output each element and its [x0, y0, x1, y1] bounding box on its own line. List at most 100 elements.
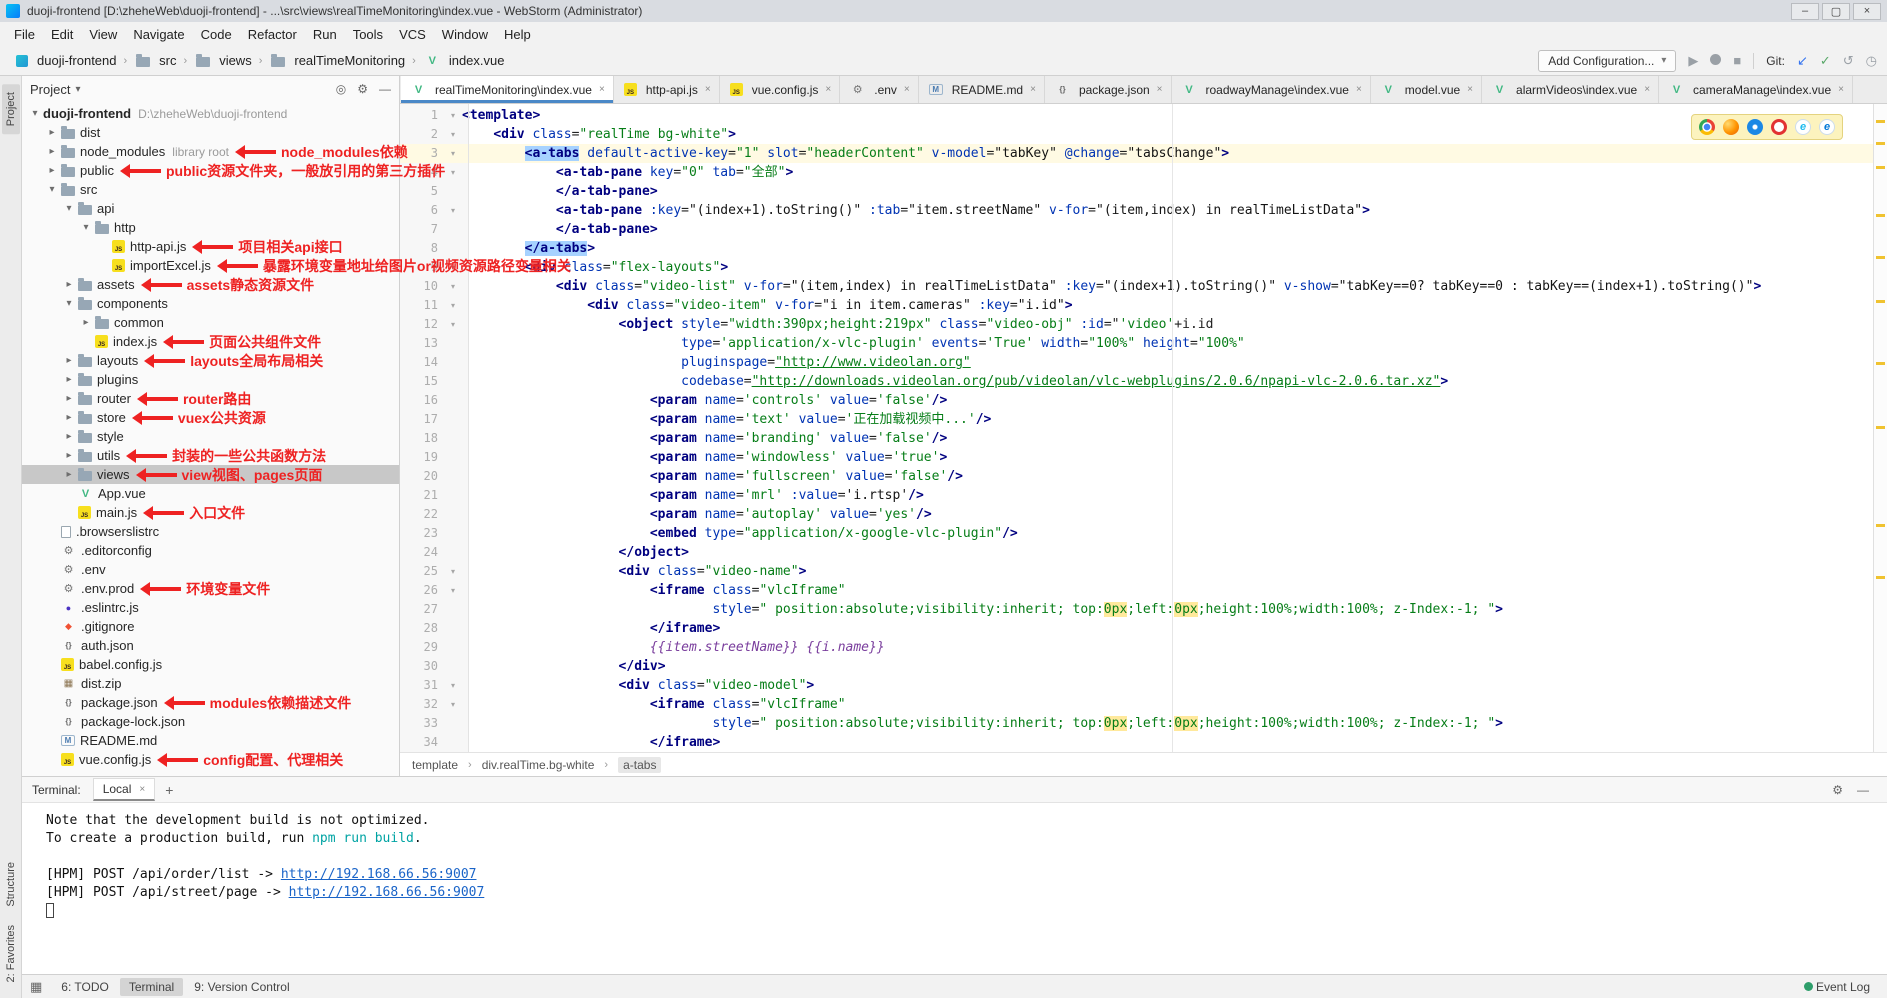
line-number[interactable]: 7: [400, 220, 444, 239]
code-line-15[interactable]: 15 codebase="http://downloads.videolan.o…: [400, 372, 1873, 391]
code-line-29[interactable]: 29 {{item.streetName}} {{i.name}}: [400, 638, 1873, 657]
tab-close-icon[interactable]: ×: [139, 784, 145, 795]
stripe-mark[interactable]: [1876, 256, 1885, 259]
menu-item-help[interactable]: Help: [496, 24, 539, 45]
fold-icon[interactable]: ▾: [444, 695, 462, 714]
tree-item-style[interactable]: ▸style: [22, 427, 399, 446]
code-line-12[interactable]: 12▾ <object style="width:390px;height:21…: [400, 315, 1873, 334]
tree-item-common[interactable]: ▸common: [22, 313, 399, 332]
tree-item-importExcel.js[interactable]: JSimportExcel.js暴露环境变量地址给图片or视频资源路径变量相关: [22, 256, 399, 275]
terminal-output[interactable]: Note that the development build is not o…: [22, 803, 1887, 974]
tab-close-icon[interactable]: ×: [1838, 84, 1844, 95]
chevron-down-icon[interactable]: ▾: [75, 84, 80, 95]
menu-item-file[interactable]: File: [6, 24, 43, 45]
tree-item-README.md[interactable]: MREADME.md: [22, 731, 399, 750]
line-number[interactable]: 29: [400, 638, 444, 657]
tree-item-http-api.js[interactable]: JShttp-api.js项目相关api接口: [22, 237, 399, 256]
tree-item-main.js[interactable]: JSmain.js入口文件: [22, 503, 399, 522]
statusbar-terminal[interactable]: Terminal: [120, 978, 183, 996]
chevron-down-icon[interactable]: ▾: [45, 184, 59, 195]
stripe-mark[interactable]: [1876, 300, 1885, 303]
code-line-20[interactable]: 20 <param name='fullscreen' value='false…: [400, 467, 1873, 486]
tree-item-index.js[interactable]: JSindex.js页面公共组件文件: [22, 332, 399, 351]
tab-close-icon[interactable]: ×: [1030, 84, 1036, 95]
tab-close-icon[interactable]: ×: [1157, 84, 1163, 95]
tree-item-.env[interactable]: ⚙.env: [22, 560, 399, 579]
tool-button-2-favorites[interactable]: 2: Favorites: [2, 917, 20, 990]
tab-roadwayManage\index.vue[interactable]: VroadwayManage\index.vue×: [1172, 76, 1371, 103]
project-panel-title[interactable]: Project: [30, 82, 70, 97]
git-commit-icon[interactable]: ✓: [1820, 53, 1831, 69]
new-terminal-button[interactable]: +: [165, 782, 173, 798]
tree-item-.browserslistrc[interactable]: .browserslistrc: [22, 522, 399, 541]
code-line-2[interactable]: 2▾ <div class="realTime bg-white">: [400, 125, 1873, 144]
code-line-34[interactable]: 34 </iframe>: [400, 733, 1873, 752]
line-number[interactable]: 14: [400, 353, 444, 372]
maximize-button[interactable]: ▢: [1822, 3, 1850, 20]
git-revert-icon[interactable]: ↺: [1843, 53, 1854, 69]
tree-item-store[interactable]: ▸storevuex公共资源: [22, 408, 399, 427]
code-line-33[interactable]: 33 style=" position:absolute;visibility:…: [400, 714, 1873, 733]
tab-model.vue[interactable]: Vmodel.vue×: [1371, 76, 1482, 103]
code-line-7[interactable]: 7 </a-tab-pane>: [400, 220, 1873, 239]
tree-item-.env.prod[interactable]: ⚙.env.prod环境变量文件: [22, 579, 399, 598]
line-number[interactable]: 27: [400, 600, 444, 619]
code-line-28[interactable]: 28 </iframe>: [400, 619, 1873, 638]
line-number[interactable]: 31: [400, 676, 444, 695]
statusbar-event-log[interactable]: Event Log: [1795, 978, 1879, 996]
tab-close-icon[interactable]: ×: [904, 84, 910, 95]
tree-item-package.json[interactable]: {}package.jsonmodules依赖描述文件: [22, 693, 399, 712]
breadcrumb-item-views[interactable]: views: [190, 51, 256, 70]
edge-icon[interactable]: e: [1819, 119, 1835, 135]
code-line-4[interactable]: 4▾ <a-tab-pane key="0" tab="全部">: [400, 163, 1873, 182]
tree-item-package-lock.json[interactable]: {}package-lock.json: [22, 712, 399, 731]
line-number[interactable]: 24: [400, 543, 444, 562]
git-update-icon[interactable]: ↙: [1797, 53, 1808, 69]
code-line-19[interactable]: 19 <param name='windowless' value='true'…: [400, 448, 1873, 467]
locate-file-icon[interactable]: ◎: [336, 82, 346, 96]
line-number[interactable]: 13: [400, 334, 444, 353]
line-number[interactable]: 18: [400, 429, 444, 448]
add-configuration-button[interactable]: Add Configuration... ▾: [1538, 50, 1676, 72]
terminal-gear-icon[interactable]: ⚙: [1832, 783, 1843, 797]
tree-item-node_modules[interactable]: ▸node_moduleslibrary rootnode_modules依赖: [22, 142, 399, 161]
code-line-17[interactable]: 17 <param name='text' value='正在加载视频中...'…: [400, 410, 1873, 429]
tab-close-icon[interactable]: ×: [1467, 84, 1473, 95]
line-number[interactable]: 1: [400, 106, 444, 125]
code-line-25[interactable]: 25▾ <div class="video-name">: [400, 562, 1873, 581]
chevron-down-icon[interactable]: ▾: [79, 222, 93, 233]
tree-item-dist[interactable]: ▸dist: [22, 123, 399, 142]
statusbar-6-todo[interactable]: 6: TODO: [52, 978, 118, 996]
code-line-26[interactable]: 26▾ <iframe class="vlcIframe": [400, 581, 1873, 600]
chevron-right-icon[interactable]: ▸: [79, 317, 93, 328]
line-number[interactable]: 33: [400, 714, 444, 733]
terminal-link[interactable]: http://192.168.66.56:9007: [289, 885, 485, 900]
code-line-1[interactable]: 1▾<template>: [400, 106, 1873, 125]
ie-icon[interactable]: e: [1795, 119, 1811, 135]
firefox-icon[interactable]: [1723, 119, 1739, 135]
line-number[interactable]: 25: [400, 562, 444, 581]
line-number[interactable]: 17: [400, 410, 444, 429]
chevron-down-icon[interactable]: ▾: [62, 298, 76, 309]
line-number[interactable]: 34: [400, 733, 444, 752]
tree-item-views[interactable]: ▸viewsview视图、pages页面: [22, 465, 399, 484]
chrome-icon[interactable]: [1699, 119, 1715, 135]
menu-item-navigate[interactable]: Navigate: [125, 24, 192, 45]
tree-item-public[interactable]: ▸publicpublic资源文件夹，一般放引用的第三方插件: [22, 161, 399, 180]
safari-icon[interactable]: [1747, 119, 1763, 135]
fold-icon[interactable]: ▾: [444, 277, 462, 296]
tree-item-layouts[interactable]: ▸layoutslayouts全局布局相关: [22, 351, 399, 370]
tab-close-icon[interactable]: ×: [1644, 84, 1650, 95]
fold-icon[interactable]: ▾: [444, 581, 462, 600]
line-number[interactable]: 16: [400, 391, 444, 410]
statusbar-9-version-control[interactable]: 9: Version Control: [185, 978, 298, 996]
line-number[interactable]: 28: [400, 619, 444, 638]
stripe-mark[interactable]: [1876, 214, 1885, 217]
breadcrumb-item-src[interactable]: src: [130, 51, 180, 70]
code-line-11[interactable]: 11▾ <div class="video-item" v-for="i in …: [400, 296, 1873, 315]
fold-icon[interactable]: ▾: [444, 125, 462, 144]
fold-icon[interactable]: ▾: [444, 163, 462, 182]
run-icon[interactable]: ▶: [1688, 53, 1698, 69]
fold-icon[interactable]: ▾: [444, 296, 462, 315]
editor-breadcrumb-template[interactable]: template: [412, 758, 458, 772]
